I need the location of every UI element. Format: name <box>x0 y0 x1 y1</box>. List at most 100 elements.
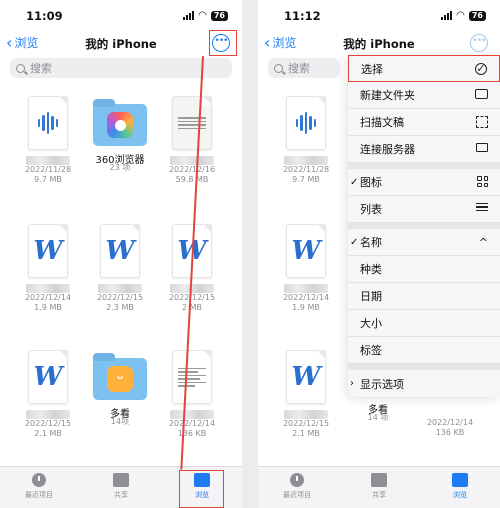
file-item-word[interactable]: W 2022/12/14 1.9 MB <box>271 224 341 313</box>
search-icon <box>16 63 25 73</box>
word-file-icon: W <box>286 224 326 278</box>
tab-recents[interactable]: 最近项目 <box>267 473 327 500</box>
file-date: 2022/12/14 <box>426 418 474 427</box>
file-name-blurred <box>170 156 214 165</box>
file-size: 9.7 MB <box>292 175 320 184</box>
list-icon <box>476 203 488 211</box>
menu-item-view-icons[interactable]: ✓ 图标 <box>348 169 500 196</box>
tab-label: 最近项目 <box>25 491 53 499</box>
annotation-box-more <box>209 30 237 56</box>
menu-item-sort-kind[interactable]: 种类 <box>348 256 500 283</box>
menu-item-connect-server[interactable]: 连接服务器 <box>348 136 500 163</box>
file-size: 2.1 MB <box>292 429 320 438</box>
checkmark-icon: ✓ <box>350 176 359 188</box>
folder-plus-icon <box>475 89 488 99</box>
tab-browse[interactable]: 浏览 <box>430 473 490 500</box>
menu-item-sort-name[interactable]: ✓ 名称 ^ <box>348 229 500 256</box>
file-item-word[interactable]: W 2022/12/15 2.1 MB <box>13 350 83 439</box>
file-name-blurred <box>170 284 214 293</box>
menu-item-scan[interactable]: 扫描文稿 <box>348 109 500 136</box>
tab-label: 浏览 <box>453 491 467 499</box>
file-name-blurred <box>284 284 328 293</box>
grid-icon <box>477 176 488 187</box>
more-options-button[interactable]: ••• <box>470 34 488 52</box>
menu-item-sort-date[interactable]: 日期 <box>348 283 500 310</box>
menu-item-label: 选择 <box>361 62 383 76</box>
file-item-audio[interactable]: 2022/11/28 9.7 MB <box>271 96 341 185</box>
document-thumbnail-icon <box>172 96 212 150</box>
page-title: 我的 iPhone <box>85 37 157 51</box>
folder-item-360[interactable]: 360浏览器 23 项 <box>85 96 155 173</box>
file-date: 2022/12/15 <box>282 419 330 428</box>
search-input[interactable]: 搜索 <box>10 58 232 78</box>
file-item-audio[interactable]: 2022/11/28 9.7 MB <box>13 96 83 185</box>
wifi-icon: ◠ <box>456 10 465 21</box>
checkmark-circle-icon: ✓ <box>475 62 487 75</box>
left-screen: 11:09 ◠ 76 ‹ 浏览 我的 iPhone ••• 搜索 2022/11… <box>0 0 242 508</box>
file-date: 2022/12/14 <box>282 293 330 302</box>
file-size: 1.9 MB <box>292 303 320 312</box>
menu-item-label: 新建文件夹 <box>360 89 415 102</box>
file-date: 2022/12/15 <box>96 293 144 302</box>
menu-item-new-folder[interactable]: 新建文件夹 <box>348 82 500 109</box>
file-name-blurred <box>26 284 70 293</box>
file-date: 2022/12/15 <box>24 419 72 428</box>
file-item-word[interactable]: W 2022/12/14 1.9 MB <box>13 224 83 313</box>
search-placeholder: 搜索 <box>288 62 310 75</box>
annotation-box-browse <box>179 470 224 508</box>
file-size: 59.8 MB <box>175 175 209 184</box>
file-date: 2022/12/14 <box>24 293 72 302</box>
options-menu: 选择 ✓ 新建文件夹 扫描文稿 连接服务器 ✓ 图标 列表 ✓ 名称 ^ 种类 … <box>348 55 500 397</box>
battery-indicator: 76 <box>210 10 228 21</box>
file-name-blurred <box>170 410 214 419</box>
menu-item-label: 扫描文稿 <box>360 116 404 129</box>
search-placeholder: 搜索 <box>30 62 52 75</box>
file-item-word[interactable]: W 2022/12/15 2.1 MB <box>271 350 341 439</box>
menu-item-label: 显示选项 <box>360 377 404 391</box>
document-thumbnail-icon <box>172 350 212 404</box>
word-file-icon: W <box>100 224 140 278</box>
tab-shared[interactable]: 共享 <box>91 473 151 500</box>
file-name-blurred <box>284 156 328 165</box>
chevron-right-icon: › <box>350 378 354 389</box>
menu-item-view-list[interactable]: 列表 <box>348 196 500 223</box>
word-file-icon: W <box>286 350 326 404</box>
nav-bar: ‹ 浏览 我的 iPhone ••• <box>258 30 500 56</box>
menu-item-sort-size[interactable]: 大小 <box>348 310 500 337</box>
menu-item-label: 图标 <box>360 176 382 189</box>
tab-shared[interactable]: 共享 <box>349 473 409 500</box>
file-date: 2022/11/28 <box>24 165 72 174</box>
audio-file-icon <box>286 96 326 150</box>
file-item-word[interactable]: W 2022/12/15 2.3 MB <box>85 224 155 313</box>
file-name-blurred <box>284 410 328 419</box>
folder-item-duokan[interactable]: 多看 14 项 <box>343 396 413 423</box>
tab-bar: 最近项目 共享 浏览 <box>258 466 500 508</box>
tab-label: 共享 <box>114 491 128 499</box>
menu-item-show-options[interactable]: › 显示选项 <box>348 370 500 397</box>
folder-item-duokan[interactable]: ᵕ 多看 14项 <box>85 350 155 427</box>
tab-recents[interactable]: 最近项目 <box>9 473 69 500</box>
file-size: 2 MB <box>181 303 203 312</box>
file-date: 2022/12/14 <box>168 419 216 428</box>
file-name-blurred <box>98 284 142 293</box>
menu-item-select[interactable]: 选择 ✓ <box>348 55 500 82</box>
menu-item-sort-tags[interactable]: 标签 <box>348 337 500 364</box>
file-name-blurred <box>26 410 70 419</box>
file-item-blurred[interactable]: 2022/12/16 59.8 MB <box>157 96 227 185</box>
shared-folder-icon <box>113 473 129 487</box>
file-item-scan[interactable]: 2022/12/14 136 KB <box>157 350 227 439</box>
shared-folder-icon <box>371 473 387 487</box>
file-size: 2.1 MB <box>34 429 62 438</box>
status-bar: 11:09 ◠ 76 <box>0 0 242 30</box>
file-name-blurred <box>26 156 70 165</box>
folder-icon <box>93 99 147 146</box>
nav-bar: ‹ 浏览 我的 iPhone ••• <box>0 30 242 56</box>
file-size: 1.9 MB <box>34 303 62 312</box>
status-time: 11:12 <box>284 9 321 23</box>
tab-label: 共享 <box>372 491 386 499</box>
signal-icon <box>183 11 195 20</box>
file-item-scan[interactable]: 2022/12/14 136 KB <box>415 400 485 438</box>
search-input[interactable]: 搜索 <box>268 58 340 78</box>
monitor-icon <box>476 143 488 152</box>
word-file-icon: W <box>28 350 68 404</box>
